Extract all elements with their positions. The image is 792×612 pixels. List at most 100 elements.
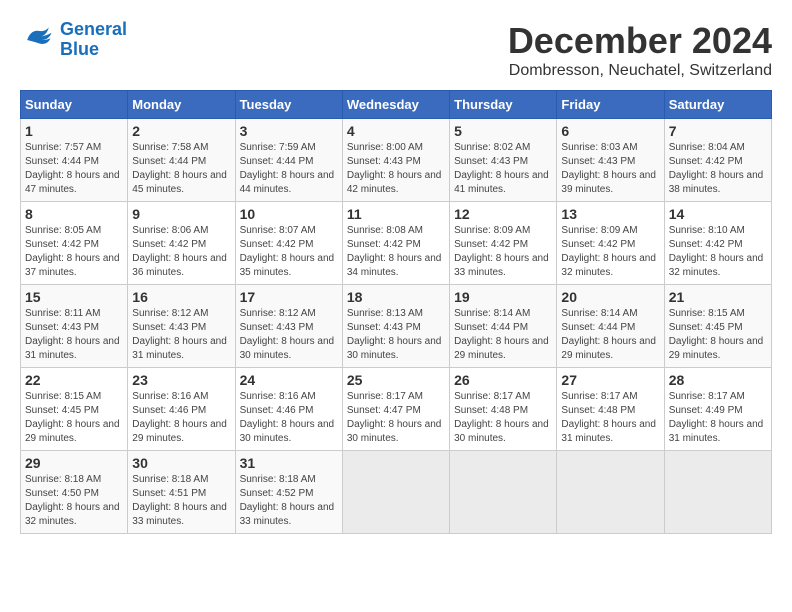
- logo: General Blue: [20, 20, 127, 60]
- day-number: 18: [347, 289, 445, 305]
- day-number: 11: [347, 206, 445, 222]
- day-info: Sunrise: 8:15 AM Sunset: 4:45 PM Dayligh…: [25, 390, 123, 446]
- day-info: Sunrise: 8:12 AM Sunset: 4:43 PM Dayligh…: [132, 307, 230, 363]
- logo-text: General Blue: [60, 20, 127, 60]
- day-number: 15: [25, 289, 123, 305]
- table-row: 5 Sunrise: 8:02 AM Sunset: 4:43 PM Dayli…: [450, 119, 557, 202]
- table-row: 23 Sunrise: 8:16 AM Sunset: 4:46 PM Dayl…: [128, 368, 235, 451]
- day-info: Sunrise: 8:02 AM Sunset: 4:43 PM Dayligh…: [454, 141, 552, 197]
- logo-line2: Blue: [60, 39, 99, 59]
- table-row: 9 Sunrise: 8:06 AM Sunset: 4:42 PM Dayli…: [128, 202, 235, 285]
- day-number: 20: [561, 289, 659, 305]
- day-info: Sunrise: 8:17 AM Sunset: 4:49 PM Dayligh…: [669, 390, 767, 446]
- day-number: 19: [454, 289, 552, 305]
- day-number: 17: [240, 289, 338, 305]
- table-row: [557, 451, 664, 534]
- day-number: 21: [669, 289, 767, 305]
- day-info: Sunrise: 8:09 AM Sunset: 4:42 PM Dayligh…: [561, 224, 659, 280]
- calendar-week-row: 1 Sunrise: 7:57 AM Sunset: 4:44 PM Dayli…: [21, 119, 772, 202]
- table-row: 21 Sunrise: 8:15 AM Sunset: 4:45 PM Dayl…: [664, 285, 771, 368]
- table-row: 20 Sunrise: 8:14 AM Sunset: 4:44 PM Dayl…: [557, 285, 664, 368]
- day-info: Sunrise: 8:03 AM Sunset: 4:43 PM Dayligh…: [561, 141, 659, 197]
- table-row: 19 Sunrise: 8:14 AM Sunset: 4:44 PM Dayl…: [450, 285, 557, 368]
- header-thursday: Thursday: [450, 91, 557, 119]
- table-row: 7 Sunrise: 8:04 AM Sunset: 4:42 PM Dayli…: [664, 119, 771, 202]
- table-row: 24 Sunrise: 8:16 AM Sunset: 4:46 PM Dayl…: [235, 368, 342, 451]
- table-row: 3 Sunrise: 7:59 AM Sunset: 4:44 PM Dayli…: [235, 119, 342, 202]
- day-info: Sunrise: 8:14 AM Sunset: 4:44 PM Dayligh…: [561, 307, 659, 363]
- table-row: 29 Sunrise: 8:18 AM Sunset: 4:50 PM Dayl…: [21, 451, 128, 534]
- header-wednesday: Wednesday: [342, 91, 449, 119]
- table-row: 30 Sunrise: 8:18 AM Sunset: 4:51 PM Dayl…: [128, 451, 235, 534]
- calendar-week-row: 22 Sunrise: 8:15 AM Sunset: 4:45 PM Dayl…: [21, 368, 772, 451]
- month-title: December 2024: [508, 20, 772, 62]
- day-info: Sunrise: 8:17 AM Sunset: 4:48 PM Dayligh…: [454, 390, 552, 446]
- day-number: 12: [454, 206, 552, 222]
- table-row: 15 Sunrise: 8:11 AM Sunset: 4:43 PM Dayl…: [21, 285, 128, 368]
- table-row: 12 Sunrise: 8:09 AM Sunset: 4:42 PM Dayl…: [450, 202, 557, 285]
- day-info: Sunrise: 8:12 AM Sunset: 4:43 PM Dayligh…: [240, 307, 338, 363]
- logo-line1: General: [60, 19, 127, 39]
- table-row: 8 Sunrise: 8:05 AM Sunset: 4:42 PM Dayli…: [21, 202, 128, 285]
- day-info: Sunrise: 8:10 AM Sunset: 4:42 PM Dayligh…: [669, 224, 767, 280]
- table-row: 18 Sunrise: 8:13 AM Sunset: 4:43 PM Dayl…: [342, 285, 449, 368]
- day-number: 22: [25, 372, 123, 388]
- calendar-week-row: 8 Sunrise: 8:05 AM Sunset: 4:42 PM Dayli…: [21, 202, 772, 285]
- day-info: Sunrise: 8:09 AM Sunset: 4:42 PM Dayligh…: [454, 224, 552, 280]
- day-number: 1: [25, 123, 123, 139]
- day-info: Sunrise: 8:08 AM Sunset: 4:42 PM Dayligh…: [347, 224, 445, 280]
- day-number: 23: [132, 372, 230, 388]
- table-row: 10 Sunrise: 8:07 AM Sunset: 4:42 PM Dayl…: [235, 202, 342, 285]
- day-number: 7: [669, 123, 767, 139]
- day-info: Sunrise: 7:57 AM Sunset: 4:44 PM Dayligh…: [25, 141, 123, 197]
- day-number: 25: [347, 372, 445, 388]
- day-info: Sunrise: 8:05 AM Sunset: 4:42 PM Dayligh…: [25, 224, 123, 280]
- day-number: 29: [25, 455, 123, 471]
- page-header: General Blue December 2024 Dombresson, N…: [20, 20, 772, 80]
- day-number: 8: [25, 206, 123, 222]
- day-info: Sunrise: 8:11 AM Sunset: 4:43 PM Dayligh…: [25, 307, 123, 363]
- header-sunday: Sunday: [21, 91, 128, 119]
- day-number: 26: [454, 372, 552, 388]
- day-number: 24: [240, 372, 338, 388]
- day-info: Sunrise: 8:16 AM Sunset: 4:46 PM Dayligh…: [240, 390, 338, 446]
- table-row: 1 Sunrise: 7:57 AM Sunset: 4:44 PM Dayli…: [21, 119, 128, 202]
- calendar-week-row: 29 Sunrise: 8:18 AM Sunset: 4:50 PM Dayl…: [21, 451, 772, 534]
- table-row: 16 Sunrise: 8:12 AM Sunset: 4:43 PM Dayl…: [128, 285, 235, 368]
- table-row: 4 Sunrise: 8:00 AM Sunset: 4:43 PM Dayli…: [342, 119, 449, 202]
- day-number: 4: [347, 123, 445, 139]
- day-number: 16: [132, 289, 230, 305]
- location-title: Dombresson, Neuchatel, Switzerland: [508, 62, 772, 80]
- header-friday: Friday: [557, 91, 664, 119]
- day-number: 3: [240, 123, 338, 139]
- title-block: December 2024 Dombresson, Neuchatel, Swi…: [508, 20, 772, 80]
- table-row: 31 Sunrise: 8:18 AM Sunset: 4:52 PM Dayl…: [235, 451, 342, 534]
- day-number: 6: [561, 123, 659, 139]
- header-saturday: Saturday: [664, 91, 771, 119]
- day-info: Sunrise: 8:17 AM Sunset: 4:48 PM Dayligh…: [561, 390, 659, 446]
- day-info: Sunrise: 8:18 AM Sunset: 4:52 PM Dayligh…: [240, 473, 338, 529]
- table-row: [342, 451, 449, 534]
- day-number: 9: [132, 206, 230, 222]
- table-row: 26 Sunrise: 8:17 AM Sunset: 4:48 PM Dayl…: [450, 368, 557, 451]
- day-info: Sunrise: 8:13 AM Sunset: 4:43 PM Dayligh…: [347, 307, 445, 363]
- table-row: 22 Sunrise: 8:15 AM Sunset: 4:45 PM Dayl…: [21, 368, 128, 451]
- day-info: Sunrise: 8:04 AM Sunset: 4:42 PM Dayligh…: [669, 141, 767, 197]
- day-info: Sunrise: 8:16 AM Sunset: 4:46 PM Dayligh…: [132, 390, 230, 446]
- table-row: 11 Sunrise: 8:08 AM Sunset: 4:42 PM Dayl…: [342, 202, 449, 285]
- table-row: 28 Sunrise: 8:17 AM Sunset: 4:49 PM Dayl…: [664, 368, 771, 451]
- day-number: 30: [132, 455, 230, 471]
- day-number: 5: [454, 123, 552, 139]
- calendar-week-row: 15 Sunrise: 8:11 AM Sunset: 4:43 PM Dayl…: [21, 285, 772, 368]
- day-info: Sunrise: 8:18 AM Sunset: 4:50 PM Dayligh…: [25, 473, 123, 529]
- day-info: Sunrise: 7:59 AM Sunset: 4:44 PM Dayligh…: [240, 141, 338, 197]
- day-number: 27: [561, 372, 659, 388]
- logo-icon: [20, 22, 56, 58]
- header-tuesday: Tuesday: [235, 91, 342, 119]
- day-number: 2: [132, 123, 230, 139]
- day-info: Sunrise: 7:58 AM Sunset: 4:44 PM Dayligh…: [132, 141, 230, 197]
- day-number: 10: [240, 206, 338, 222]
- day-info: Sunrise: 8:07 AM Sunset: 4:42 PM Dayligh…: [240, 224, 338, 280]
- table-row: 27 Sunrise: 8:17 AM Sunset: 4:48 PM Dayl…: [557, 368, 664, 451]
- table-row: 25 Sunrise: 8:17 AM Sunset: 4:47 PM Dayl…: [342, 368, 449, 451]
